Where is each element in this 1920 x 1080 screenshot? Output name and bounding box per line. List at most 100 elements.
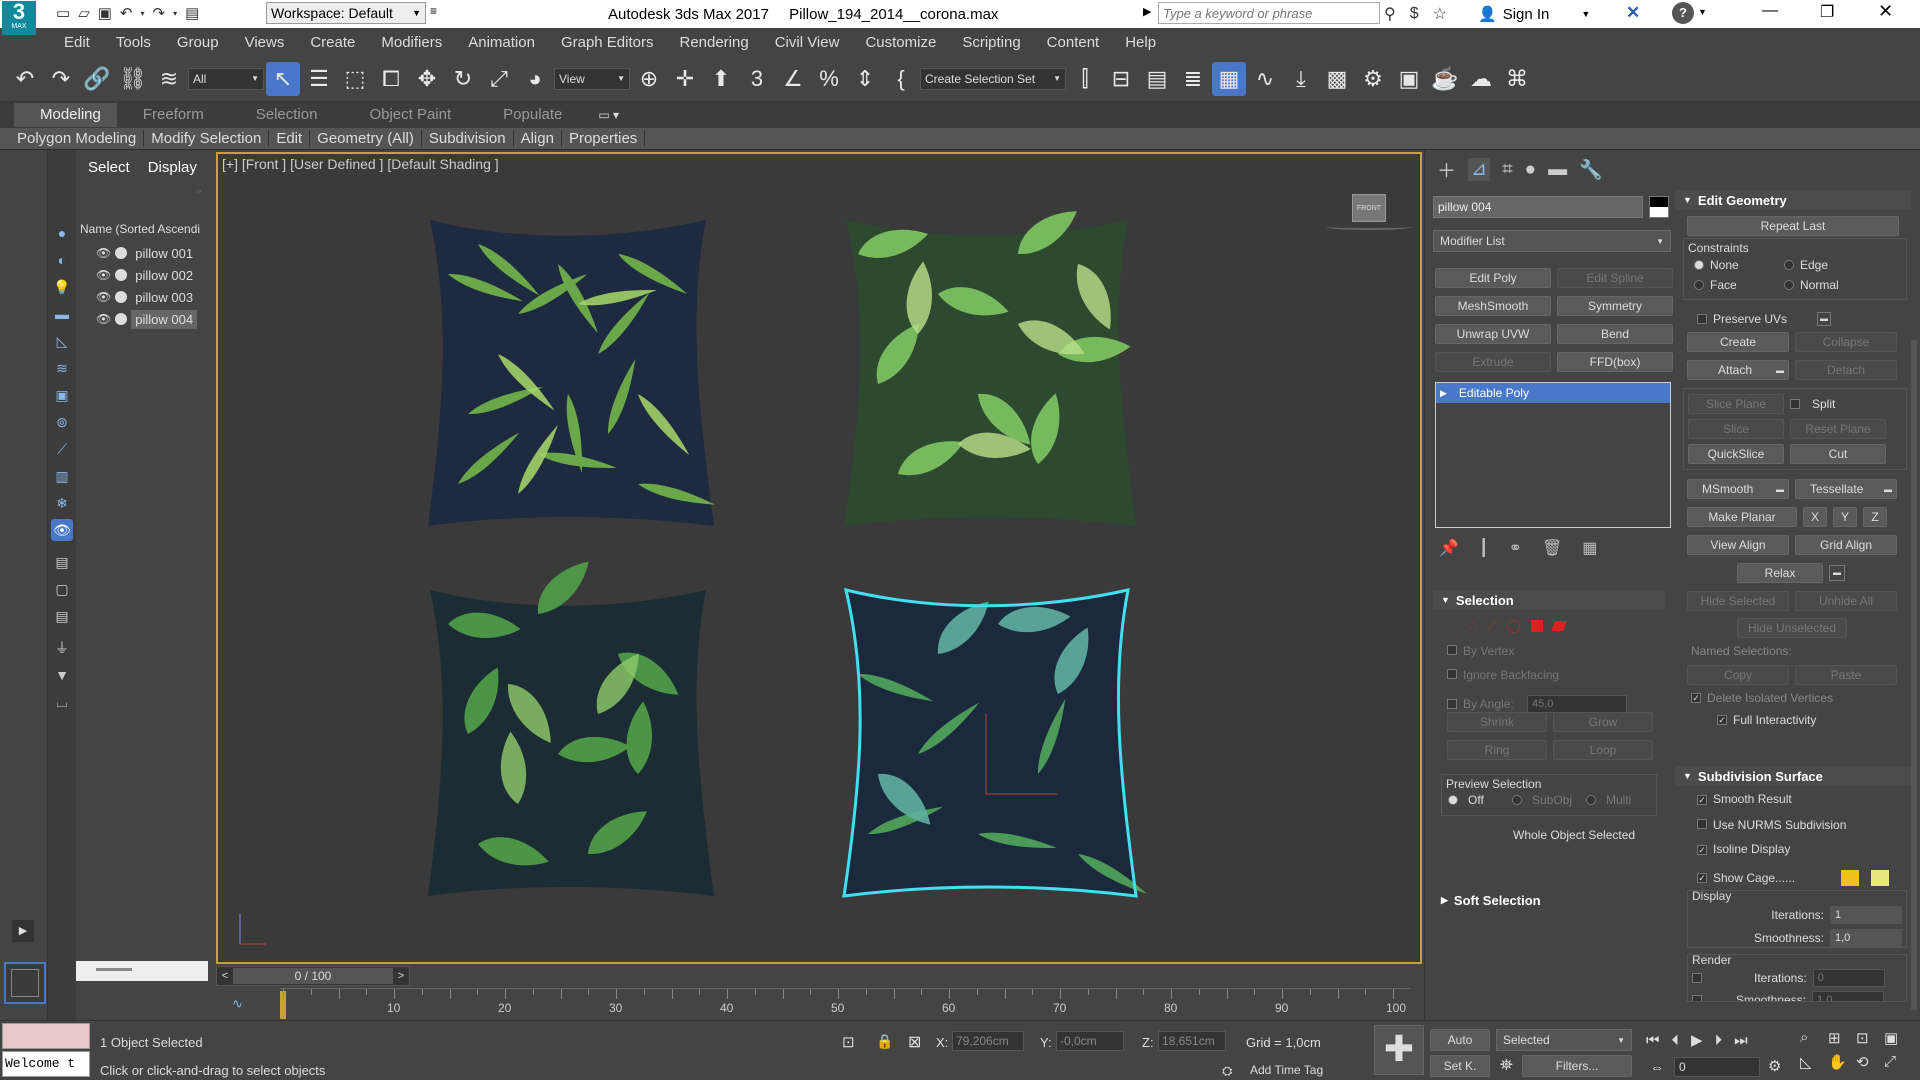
eye-icon[interactable]: 👁 xyxy=(96,312,111,326)
view-align-button[interactable]: View Align xyxy=(1687,535,1789,555)
hierarchy-tab-icon[interactable]: ⌗ xyxy=(1502,159,1513,181)
scene-explorer-icon[interactable]: ▤ xyxy=(1140,62,1174,96)
menu-animation[interactable]: Animation xyxy=(455,34,548,51)
display-all-icon[interactable]: ▤ xyxy=(51,551,73,573)
window-crossing-icon[interactable]: ⧠ xyxy=(374,62,408,96)
zoom-extents-icon[interactable]: ⊡ xyxy=(1856,1029,1884,1047)
explorer-item[interactable]: 👁 pillow 001 xyxy=(76,242,212,264)
cut-button[interactable]: Cut xyxy=(1790,444,1886,464)
reference-coordinate-dropdown[interactable]: View ▼ xyxy=(554,67,630,90)
copy-button[interactable]: Copy xyxy=(1687,665,1789,685)
explorer-collapse-icon[interactable]: » xyxy=(196,186,202,197)
display-hidden-icon[interactable]: 👁 xyxy=(51,519,73,541)
front-viewport[interactable]: [+] [Front ] [User Defined ] [Default Sh… xyxy=(216,152,1422,964)
planar-x-button[interactable]: X xyxy=(1803,507,1827,527)
by-vertex-checkbox[interactable] xyxy=(1447,645,1457,655)
vertex-mode-icon[interactable]: ∴ xyxy=(1469,618,1477,634)
shrink-button[interactable]: Shrink xyxy=(1447,712,1547,732)
by-angle-checkbox[interactable] xyxy=(1447,699,1457,709)
preview-multi-radio[interactable] xyxy=(1586,795,1596,805)
unlink-icon[interactable]: ⛓ xyxy=(116,62,150,96)
place-icon[interactable]: ◕ xyxy=(518,62,552,96)
create-selection-set-dropdown[interactable]: Create Selection Set ▼ xyxy=(920,67,1066,90)
ribbon-tab-selection[interactable]: Selection xyxy=(230,103,344,127)
material-editor-icon[interactable]: ▩ xyxy=(1320,62,1354,96)
render-production-icon[interactable]: ☕ xyxy=(1428,62,1462,96)
display-helpers-icon[interactable]: ◺ xyxy=(51,330,73,352)
layer-explorer-icon[interactable]: ≣ xyxy=(1176,62,1210,96)
element-mode-icon[interactable] xyxy=(1551,621,1567,631)
eye-icon[interactable]: 👁 xyxy=(96,290,111,304)
ring-button[interactable]: Ring xyxy=(1447,740,1547,760)
constraint-normal-radio[interactable] xyxy=(1784,280,1794,290)
app-logo[interactable]: 3 MAX xyxy=(2,1,36,35)
expand-arrow-icon[interactable]: ▶ xyxy=(1440,388,1447,399)
help-dropdown-icon[interactable]: ▼ xyxy=(1698,7,1707,17)
ribbon-tab-modeling[interactable]: Modeling xyxy=(14,103,117,127)
sign-in-button[interactable]: 👤 Sign In ▼ xyxy=(1478,5,1590,24)
undo-small-icon[interactable]: ↶ xyxy=(120,4,133,22)
display-frozen-icon[interactable]: ❄ xyxy=(51,492,73,514)
ribbon-tab-freeform[interactable]: Freeform xyxy=(117,103,230,127)
explorer-item[interactable]: 👁 pillow 002 xyxy=(76,264,212,286)
render-iterations-spinner[interactable]: 0 xyxy=(1812,969,1885,987)
hide-selected-button[interactable]: Hide Selected xyxy=(1687,591,1789,611)
slice-button[interactable]: Slice xyxy=(1688,419,1784,439)
remove-modifier-icon[interactable]: 🗑 xyxy=(1542,538,1562,558)
set-key-big-button[interactable]: ✚ xyxy=(1374,1025,1424,1075)
display-tab-icon[interactable]: ▬ xyxy=(1548,159,1567,181)
subdivision-surface-header[interactable]: ▼ Subdivision Surface xyxy=(1675,766,1911,786)
show-end-result-icon[interactable]: ┃ xyxy=(1479,538,1489,558)
unhide-all-button[interactable]: Unhide All xyxy=(1795,591,1897,611)
pin-stack-icon[interactable]: 📌 xyxy=(1439,538,1459,558)
mini-curve-icon[interactable]: ∿ xyxy=(232,996,243,1012)
use-nurms-checkbox[interactable] xyxy=(1697,819,1707,829)
move-icon[interactable]: ✥ xyxy=(410,62,444,96)
key-mode-icon[interactable]: ⛯ xyxy=(1500,1057,1513,1075)
time-slider-bar[interactable]: < 0 / 100 > xyxy=(216,966,410,986)
ribbon-panel-polygon-modeling[interactable]: Polygon Modeling xyxy=(10,130,145,147)
motion-tab-icon[interactable]: ● xyxy=(1525,159,1536,181)
zoom-icon[interactable]: ⌕ xyxy=(1800,1029,1828,1047)
edit-named-selection-icon[interactable]: { xyxy=(884,62,918,96)
selection-filter-dropdown[interactable]: All ▼ xyxy=(188,67,264,90)
pan-icon[interactable]: ✋ xyxy=(1828,1053,1856,1071)
utilities-tab-icon[interactable]: 🔧 xyxy=(1579,158,1603,182)
object-name-field[interactable]: pillow 004 xyxy=(1433,196,1643,218)
make-planar-button[interactable]: Make Planar xyxy=(1687,507,1797,527)
scale-icon[interactable]: ⤢ xyxy=(482,62,516,96)
preview-off-radio[interactable] xyxy=(1448,795,1458,805)
exchange-x-icon[interactable]: ✕ xyxy=(1626,3,1640,23)
ribbon-panel-modify-selection[interactable]: Modify Selection xyxy=(144,130,270,147)
curve-editor-icon[interactable]: ∿ xyxy=(1248,62,1282,96)
menu-content[interactable]: Content xyxy=(1034,34,1113,51)
explorer-item-selected[interactable]: 👁 pillow 004 xyxy=(76,308,212,330)
track-bar[interactable]: 10 20 30 40 50 60 70 80 90 100 xyxy=(280,988,1410,1020)
subscription-icon[interactable]: $ xyxy=(1410,5,1419,23)
ribbon-panel-edit[interactable]: Edit xyxy=(269,130,311,147)
reset-plane-button[interactable]: Reset Plane xyxy=(1790,419,1886,439)
ribbon-panel-geometry[interactable]: Geometry (All) xyxy=(310,130,422,147)
constraint-face-radio[interactable] xyxy=(1694,280,1704,290)
msmooth-settings-icon[interactable]: ▬ xyxy=(1776,485,1784,494)
edit-poly-button[interactable]: Edit Poly xyxy=(1435,268,1551,288)
menu-edit[interactable]: Edit xyxy=(64,34,103,51)
percent-snap-icon[interactable]: % xyxy=(812,62,846,96)
split-checkbox[interactable] xyxy=(1790,399,1800,409)
isoline-display-checkbox[interactable]: ✓ xyxy=(1697,845,1707,855)
render-iterative-icon[interactable]: ☁ xyxy=(1464,62,1498,96)
field-of-view-icon[interactable]: ◺ xyxy=(1800,1053,1828,1071)
ignore-backfacing-checkbox[interactable] xyxy=(1447,669,1457,679)
redo-icon[interactable]: ↷ xyxy=(44,62,78,96)
display-spacewarps-icon[interactable]: ≋ xyxy=(51,357,73,379)
keyboard-shortcut-icon[interactable]: ⬆ xyxy=(704,62,738,96)
workspace-dropdown[interactable]: Workspace: Default ▼ xyxy=(266,2,426,24)
menu-create[interactable]: Create xyxy=(297,34,368,51)
mirror-icon[interactable]: ⫿ xyxy=(1068,62,1102,96)
modifier-list-dropdown[interactable]: Modifier List ▼ xyxy=(1433,230,1671,252)
edge-mode-icon[interactable]: ⟋ xyxy=(1487,618,1496,634)
expand-layout-icon[interactable]: ▶ xyxy=(12,920,34,942)
maxscript-input[interactable]: Welcome t xyxy=(2,1051,90,1077)
favorites-star-icon[interactable]: ☆ xyxy=(1433,4,1447,24)
display-xrefs-icon[interactable]: ⊚ xyxy=(51,411,73,433)
